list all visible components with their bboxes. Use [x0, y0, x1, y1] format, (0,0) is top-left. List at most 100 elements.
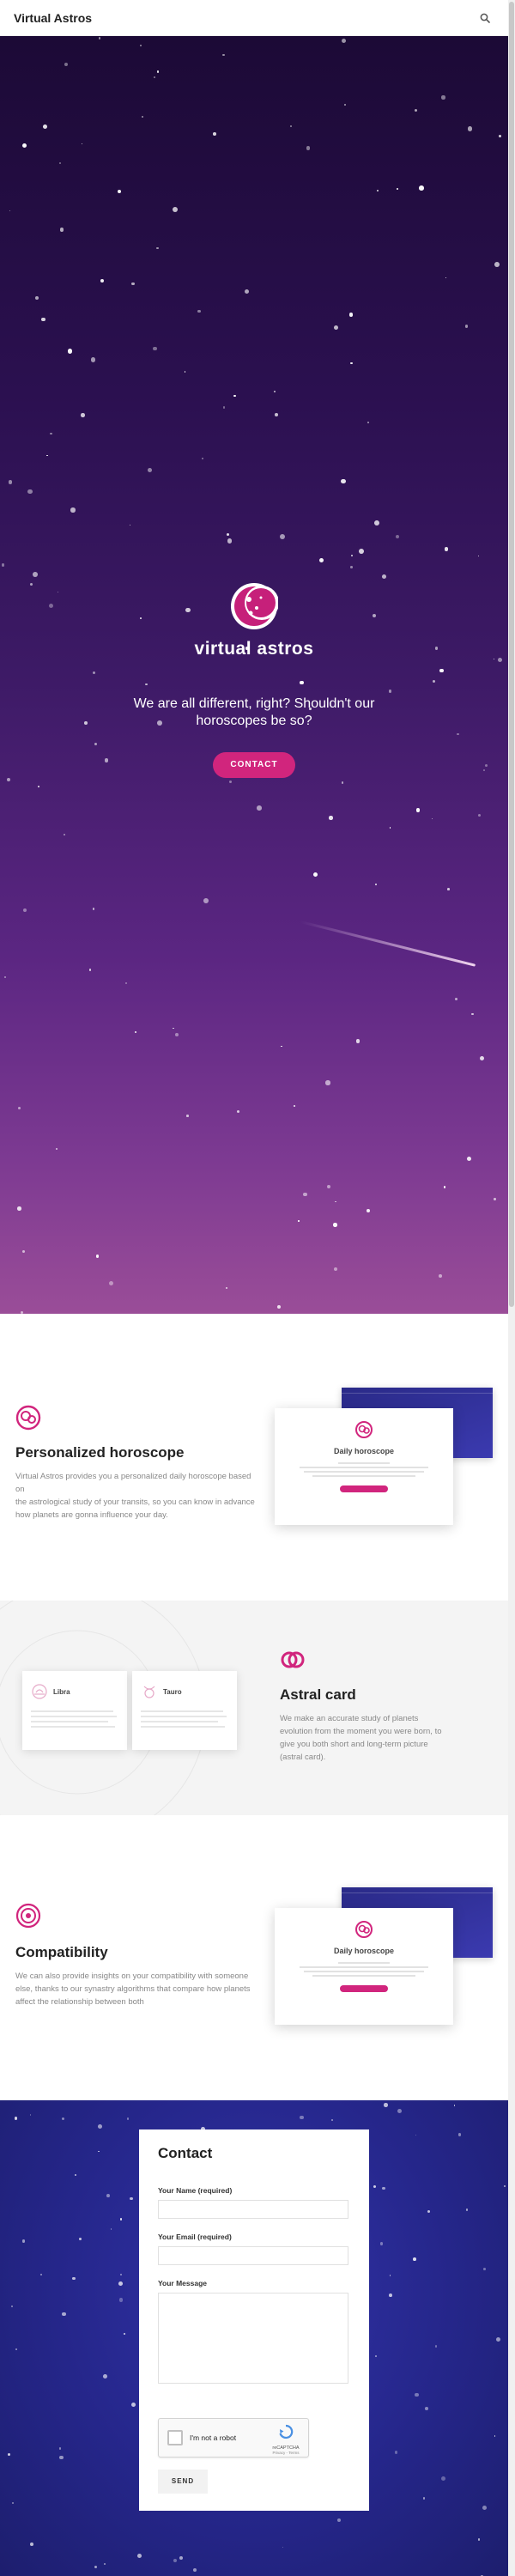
star	[98, 2124, 103, 2129]
send-button[interactable]: SEND	[158, 2470, 208, 2494]
tauro-icon	[143, 1686, 155, 1698]
recaptcha-terms[interactable]: Privacy - Terms	[270, 2451, 301, 2455]
star	[22, 908, 27, 913]
star	[350, 362, 353, 365]
star	[341, 38, 346, 43]
star	[331, 2118, 334, 2121]
mockup-button	[340, 1985, 388, 1992]
star	[276, 1304, 281, 1309]
sign-name: Tauro	[163, 1687, 182, 1696]
star	[88, 969, 92, 972]
star	[6, 777, 10, 781]
recaptcha-checkbox[interactable]	[167, 2430, 183, 2445]
star	[289, 125, 292, 127]
scrollbar-thumb[interactable]	[509, 2, 514, 1307]
star	[33, 571, 38, 577]
star	[455, 997, 458, 1000]
star	[457, 2133, 462, 2136]
star	[348, 313, 354, 317]
star	[134, 1030, 137, 1034]
star	[157, 70, 160, 73]
star	[27, 489, 33, 495]
rings-icon	[281, 1651, 305, 1668]
star	[142, 116, 143, 118]
libra-icon	[32, 1684, 47, 1699]
star	[123, 2332, 125, 2335]
star	[256, 805, 262, 811]
feature-compatibility: Compatibility We can also provide insigh…	[0, 1815, 508, 2100]
star	[318, 557, 324, 563]
mockup-title: Daily horoscope	[333, 1447, 395, 1455]
star	[326, 1185, 331, 1189]
star	[373, 519, 379, 526]
feature-description: Virtual Astros provides you a personaliz…	[15, 1470, 256, 1522]
star	[126, 2117, 130, 2120]
star	[42, 125, 47, 130]
star	[3, 975, 6, 979]
star	[15, 2348, 17, 2350]
star	[312, 872, 318, 878]
message-field[interactable]	[158, 2293, 348, 2384]
name-field[interactable]	[158, 2200, 348, 2219]
star	[61, 2117, 64, 2120]
description-line: Virtual Astros provides you a personaliz…	[15, 1472, 251, 1494]
star	[443, 1186, 445, 1188]
star	[8, 480, 13, 484]
star	[118, 2298, 124, 2302]
star	[350, 566, 354, 569]
star	[117, 190, 121, 194]
description-line: affect the relationship between both	[15, 1997, 144, 2007]
star	[67, 348, 73, 354]
star	[397, 2108, 403, 2113]
star	[111, 2228, 112, 2230]
star	[415, 2134, 417, 2136]
star	[46, 454, 48, 457]
star	[298, 1220, 300, 1222]
star	[131, 2402, 136, 2407]
star	[203, 898, 209, 903]
feature-astral-card: Libra Tauro Astral card We make an accur…	[0, 1601, 508, 1815]
sign-card-tauro: Tauro	[132, 1671, 237, 1750]
star	[274, 413, 278, 416]
star	[389, 2293, 393, 2297]
star	[202, 458, 203, 459]
feature-personalized-horoscope: Personalized horoscope Virtual Astros pr…	[0, 1314, 508, 1601]
star	[94, 2565, 97, 2568]
mockup-logo-icon	[355, 1421, 373, 1438]
contact-button[interactable]: CONTACT	[213, 752, 295, 778]
star	[447, 888, 450, 890]
star	[124, 981, 127, 984]
star	[12, 2502, 15, 2505]
feature-description: We can also provide insights on your com…	[15, 1970, 256, 2008]
star	[40, 2274, 43, 2276]
brand-title[interactable]: Virtual Astros	[14, 11, 92, 25]
star	[282, 2547, 284, 2549]
star	[38, 786, 39, 787]
star	[70, 507, 76, 513]
star	[418, 185, 424, 191]
star	[439, 1274, 442, 1278]
star	[175, 1032, 179, 1036]
star	[156, 246, 159, 250]
email-field[interactable]	[158, 2246, 348, 2265]
moon-logo-icon	[231, 583, 278, 629]
star	[494, 1198, 496, 1200]
star	[373, 2184, 376, 2188]
tagline-line-2: horoscopes be so?	[196, 714, 312, 728]
star	[237, 1109, 240, 1114]
email-label: Your Email (required)	[158, 2233, 232, 2241]
description-line: else, thanks to our synastry algorithms …	[15, 1984, 251, 1994]
star	[397, 187, 399, 190]
mockup-button	[340, 1485, 388, 1492]
star	[414, 2392, 419, 2397]
star	[62, 2312, 66, 2317]
star	[427, 2209, 431, 2213]
star	[483, 2268, 487, 2270]
page-scrollbar[interactable]	[508, 0, 515, 2576]
star	[379, 2242, 384, 2245]
search-button[interactable]	[476, 9, 494, 27]
star	[90, 357, 96, 362]
star	[367, 421, 369, 423]
star	[467, 126, 473, 131]
star	[130, 2196, 133, 2201]
